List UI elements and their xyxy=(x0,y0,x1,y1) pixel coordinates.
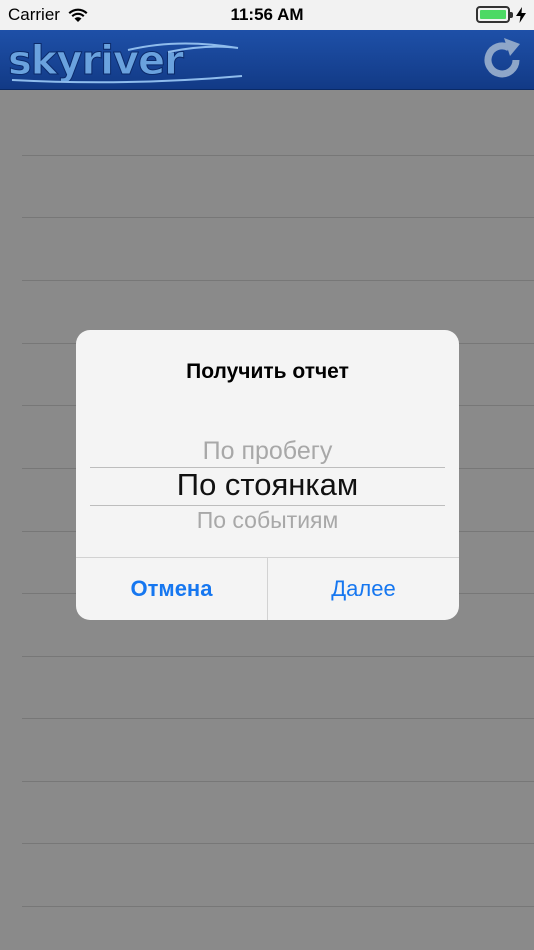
next-button[interactable]: Далее xyxy=(268,558,459,620)
report-type-picker[interactable]: По пробегу По стоянкам По событиям xyxy=(76,425,459,540)
alert-title: Получить отчет xyxy=(186,360,349,383)
battery-icon xyxy=(476,6,513,23)
picker-option-parking[interactable]: По стоянкам xyxy=(76,467,459,503)
list-separator xyxy=(22,781,534,782)
alert-buttons: Отмена Далее xyxy=(76,557,459,620)
refresh-icon xyxy=(484,38,520,78)
report-alert-dialog: Получить отчет По пробегу По стоянкам По… xyxy=(76,330,459,620)
list-separator xyxy=(22,217,534,218)
list-separator xyxy=(22,906,534,907)
status-bar: Carrier 11:56 AM xyxy=(0,0,534,30)
charging-bolt-icon xyxy=(516,6,526,23)
list-separator xyxy=(22,718,534,719)
list-separator xyxy=(22,280,534,281)
list-separator xyxy=(22,843,534,844)
list-separator xyxy=(22,656,534,657)
refresh-button[interactable] xyxy=(478,36,526,84)
status-right xyxy=(476,6,526,23)
app-header: skyriver xyxy=(0,30,534,90)
skyriver-logo: skyriver xyxy=(8,36,244,85)
list-separator xyxy=(22,155,534,156)
cancel-button[interactable]: Отмена xyxy=(76,558,268,620)
status-time: 11:56 AM xyxy=(230,5,304,24)
picker-option-mileage[interactable]: По пробегу xyxy=(76,437,459,466)
picker-option-events[interactable]: По событиям xyxy=(76,507,459,531)
picker-selection-line-bottom xyxy=(90,505,445,506)
